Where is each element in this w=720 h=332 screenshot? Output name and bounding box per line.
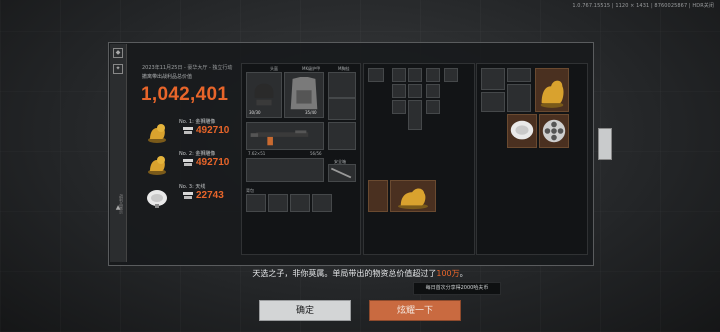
total-value: 1,042,401 xyxy=(141,84,229,105)
rank-1-label: No. 1: 金狮雕像 xyxy=(179,119,216,125)
currency-icon xyxy=(183,159,193,166)
loot-item[interactable] xyxy=(426,100,440,114)
ammo-count: 56/56 xyxy=(310,151,322,156)
message-highlight: 100万 xyxy=(436,269,460,278)
backpack-item[interactable] xyxy=(246,194,266,212)
share-button[interactable]: 炫耀一下 xyxy=(369,300,461,321)
helmet-durability: 30/30 xyxy=(249,110,261,115)
backpack-item[interactable] xyxy=(268,194,288,212)
loot-item[interactable] xyxy=(507,84,531,112)
loot-item[interactable] xyxy=(408,68,422,82)
ammo-caliber: 7.62×51 xyxy=(248,151,266,156)
loot-item[interactable] xyxy=(408,84,422,98)
version-info: 1.0.767.15515 | 1120 × 1431 | 8760025867… xyxy=(572,3,714,9)
rank-2: No. 2: 金狮雕像 492710 xyxy=(145,150,237,178)
pistol-slot[interactable] xyxy=(328,122,356,150)
loot-item[interactable] xyxy=(481,68,505,90)
gold-lion-statue-icon xyxy=(148,156,166,175)
melee-slot[interactable] xyxy=(246,158,324,182)
rank-3: No. 3: 天线 22743 xyxy=(145,183,237,211)
stamp-icon: ✦ xyxy=(113,64,123,74)
loot-item[interactable] xyxy=(444,68,458,82)
rank-2-label: No. 2: 金狮雕像 xyxy=(179,151,216,157)
loot-item[interactable] xyxy=(408,100,422,130)
rifle-icon xyxy=(250,130,309,146)
loot-panel-1 xyxy=(363,63,475,255)
rank-1: No. 1: 金狮雕像 492710 xyxy=(145,118,237,146)
satellite-dish-item[interactable] xyxy=(507,114,537,148)
rank-1-amount: 492710 xyxy=(196,125,230,136)
message-text: 天选之子，非你莫属。单局带出的物资总价值超过了 xyxy=(252,269,437,278)
loot-item[interactable] xyxy=(368,68,384,82)
gold-lion-statue-icon xyxy=(148,124,166,143)
loot-item[interactable] xyxy=(392,84,406,98)
logo-icon: ◆ xyxy=(113,48,123,58)
rig-slot[interactable] xyxy=(328,72,356,98)
loot-item[interactable] xyxy=(368,180,388,212)
loot-item[interactable] xyxy=(507,68,531,82)
lion-statue-item[interactable] xyxy=(535,68,569,112)
currency-icon xyxy=(183,192,193,199)
film-reel-icon xyxy=(542,119,566,143)
value-caption: 撤离带出战利品总价值 xyxy=(142,74,193,80)
pouch-slot[interactable] xyxy=(328,98,356,120)
message-suffix: 。 xyxy=(459,269,468,278)
knife-icon xyxy=(330,167,352,179)
side-tab[interactable] xyxy=(598,128,612,160)
gold-lion-statue-icon xyxy=(398,188,428,210)
loot-item[interactable] xyxy=(426,68,440,82)
warning-icon: ▲ xyxy=(115,204,121,211)
left-rail: ◆ ✦ 战利品展示 ▲ xyxy=(110,44,127,262)
lion-statue-item[interactable] xyxy=(390,180,436,212)
raid-date: 2023年11月25日 - 豪华大厅 - 独立行动 xyxy=(142,65,233,71)
satellite-dish-icon xyxy=(147,190,167,208)
armor-slot[interactable]: 35/40 xyxy=(284,72,324,118)
share-reward-tooltip: 每日首次分享得2000哈夫币 xyxy=(413,282,501,295)
loot-panel-2 xyxy=(476,63,588,255)
rank-2-amount: 492710 xyxy=(196,157,230,168)
film-reel-item[interactable] xyxy=(539,114,569,148)
primary-weapon-slot[interactable] xyxy=(246,122,324,150)
rank-3-label: No. 3: 天线 xyxy=(179,184,206,190)
loot-item[interactable] xyxy=(426,84,440,98)
equipment-panel: 头盔 30/30 MK级护甲 35/40 M胸挂 P.AL 7.62×51 56… xyxy=(241,63,361,255)
secure-slot[interactable] xyxy=(328,164,356,182)
armor-vest-icon xyxy=(290,76,318,110)
confirm-button[interactable]: 确定 xyxy=(259,300,351,321)
helmet-slot[interactable]: 30/30 xyxy=(246,72,282,118)
rank-3-amount: 22743 xyxy=(196,190,224,201)
result-message: 天选之子，非你莫属。单局带出的物资总价值超过了100万。 xyxy=(0,268,720,279)
armor-durability: 35/40 xyxy=(305,110,317,115)
loot-item[interactable] xyxy=(481,92,505,112)
loot-item[interactable] xyxy=(392,100,406,114)
loot-item[interactable] xyxy=(392,68,406,82)
backpack-item[interactable] xyxy=(312,194,332,212)
backpack-item[interactable] xyxy=(290,194,310,212)
currency-icon xyxy=(183,127,193,134)
gold-lion-statue-icon xyxy=(540,80,564,108)
satellite-dish-icon xyxy=(510,120,534,140)
